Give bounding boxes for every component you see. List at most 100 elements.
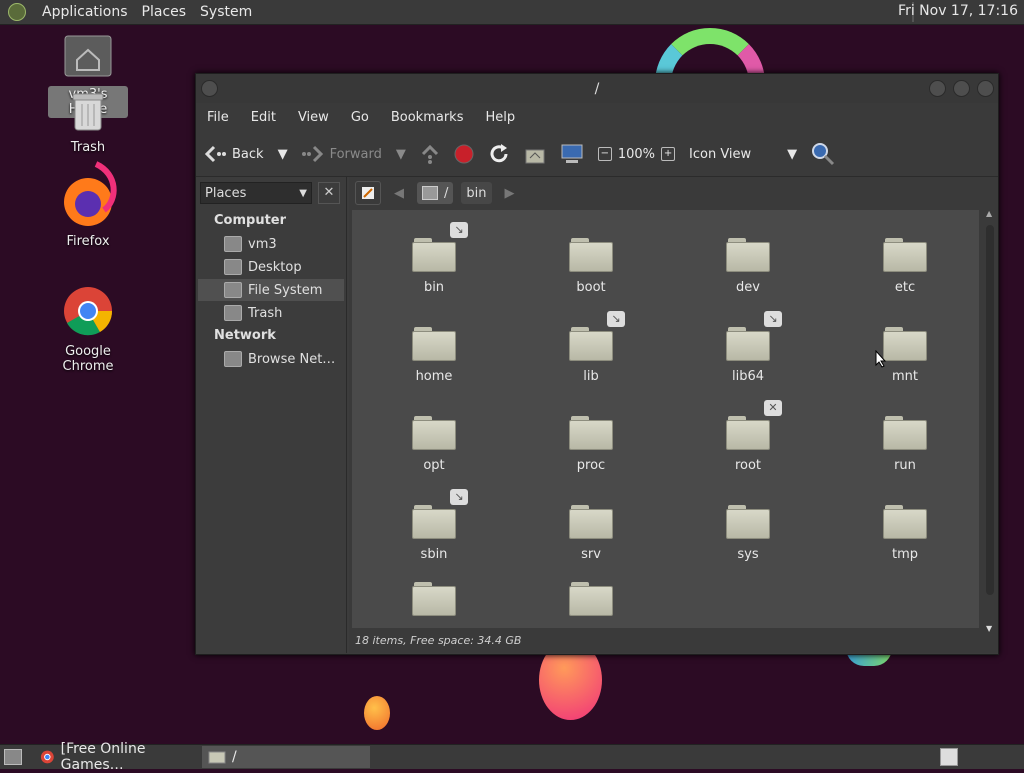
desktop-icon-firefox[interactable]: Firefox bbox=[38, 160, 138, 249]
menu-bookmarks[interactable]: Bookmarks bbox=[380, 110, 475, 125]
file-item[interactable]: boot bbox=[536, 238, 646, 295]
forward-arrow-icon bbox=[301, 145, 323, 163]
folder-icon bbox=[412, 582, 456, 616]
file-name: sbin bbox=[420, 547, 448, 562]
stop-button[interactable] bbox=[454, 144, 474, 164]
file-item[interactable]: ↘ lib bbox=[536, 311, 646, 384]
close-button[interactable] bbox=[977, 80, 994, 97]
taskbar-item-file-manager[interactable]: / bbox=[202, 746, 370, 768]
window-title: / bbox=[594, 80, 600, 97]
minimize-button[interactable] bbox=[929, 80, 946, 97]
up-arrow-icon bbox=[421, 144, 438, 164]
scroll-up-icon[interactable]: ▲ bbox=[986, 209, 992, 218]
folder-icon: ↘ bbox=[569, 311, 625, 361]
title-bar[interactable]: / bbox=[196, 74, 998, 103]
forward-button[interactable]: Forward ▼ bbox=[301, 145, 406, 163]
sidebar-item-browse-network[interactable]: Browse Net… bbox=[198, 348, 344, 370]
file-item[interactable]: ↘ lib64 bbox=[693, 311, 803, 384]
menu-file[interactable]: File bbox=[196, 110, 240, 125]
maximize-button[interactable] bbox=[953, 80, 970, 97]
menu-edit[interactable]: Edit bbox=[240, 110, 287, 125]
window-menu-button[interactable] bbox=[201, 80, 218, 97]
file-name: boot bbox=[576, 280, 606, 295]
file-name: lib64 bbox=[731, 369, 765, 384]
distro-logo-icon[interactable] bbox=[8, 3, 26, 21]
folder-icon bbox=[883, 416, 927, 450]
zoom-out-icon[interactable]: − bbox=[597, 147, 612, 161]
scrollbar-thumb[interactable] bbox=[986, 225, 994, 595]
forward-dropdown-icon[interactable]: ▼ bbox=[396, 147, 406, 162]
sidebar-item-desktop[interactable]: Desktop bbox=[198, 256, 344, 278]
taskbar-item-chrome[interactable]: [Free Online Games… bbox=[34, 741, 200, 773]
file-item[interactable]: home bbox=[379, 327, 489, 384]
sidebar-item-vm3[interactable]: vm3 bbox=[198, 233, 344, 255]
workspace-switcher[interactable] bbox=[940, 748, 958, 766]
close-sidebar-button[interactable]: ✕ bbox=[318, 182, 340, 204]
zoom-in-icon[interactable]: + bbox=[661, 147, 676, 161]
file-icon-view[interactable]: ↘ bin boot dev etc home ↘ lib ↘ lib64 mnt opt proc ✕ r… bbox=[352, 210, 979, 628]
desktop-icon-label: Firefox bbox=[66, 234, 110, 249]
back-dropdown-icon[interactable]: ▼ bbox=[278, 147, 288, 162]
file-item[interactable]: etc bbox=[850, 238, 960, 295]
view-mode-dropdown-icon: ▼ bbox=[787, 146, 798, 162]
file-item[interactable] bbox=[379, 582, 489, 624]
search-button[interactable] bbox=[811, 142, 835, 166]
network-icon bbox=[224, 351, 242, 367]
view-mode-select[interactable]: Icon View ▼ bbox=[689, 147, 797, 162]
content-pane: ◀ / bin ▶ ↘ bin boot dev etc home ↘ lib ↘ lib64 mn… bbox=[349, 177, 998, 653]
file-item[interactable]: dev bbox=[693, 238, 803, 295]
computer-button[interactable] bbox=[560, 143, 584, 165]
file-item[interactable]: ✕ root bbox=[693, 400, 803, 473]
file-item[interactable]: sys bbox=[693, 505, 803, 562]
path-segment-bin[interactable]: bin bbox=[461, 182, 492, 204]
home-button[interactable] bbox=[524, 144, 546, 164]
clock[interactable]: Fri Nov 17, 17:16 bbox=[898, 3, 1018, 19]
edit-location-button[interactable] bbox=[355, 181, 381, 205]
desktop-icon-label: Trash bbox=[70, 140, 106, 155]
file-item[interactable]: ↘ bin bbox=[379, 222, 489, 295]
symlink-emblem-icon: ↘ bbox=[607, 311, 625, 327]
file-item[interactable]: srv bbox=[536, 505, 646, 562]
menu-help[interactable]: Help bbox=[474, 110, 526, 125]
symlink-emblem-icon: ↘ bbox=[450, 489, 468, 505]
file-name: tmp bbox=[891, 547, 918, 562]
sidebar-item-file-system[interactable]: File System bbox=[198, 279, 344, 301]
file-item[interactable]: run bbox=[850, 416, 960, 473]
zoom-control[interactable]: − 100% + bbox=[597, 147, 676, 162]
file-item[interactable]: opt bbox=[379, 416, 489, 473]
sidebar-item-trash[interactable]: Trash bbox=[198, 302, 344, 324]
folder-icon bbox=[726, 505, 770, 539]
desktop-icon-chrome[interactable]: Google Chrome bbox=[38, 286, 138, 374]
file-item[interactable]: mnt bbox=[850, 327, 960, 384]
file-item[interactable]: proc bbox=[536, 416, 646, 473]
back-button[interactable]: Back ▼ bbox=[204, 145, 288, 163]
path-bar: ◀ / bin ▶ bbox=[349, 177, 998, 209]
folder-icon bbox=[412, 416, 456, 450]
file-name: lib bbox=[583, 369, 599, 384]
home-icon bbox=[224, 236, 242, 252]
path-scroll-left-icon[interactable]: ◀ bbox=[389, 182, 409, 204]
file-name: root bbox=[734, 458, 762, 473]
edit-icon bbox=[362, 187, 374, 199]
menu-places[interactable]: Places bbox=[142, 4, 187, 20]
sidebar-selector[interactable]: Places ▼ bbox=[200, 182, 312, 204]
trash-icon bbox=[72, 93, 104, 131]
file-item[interactable] bbox=[536, 582, 646, 624]
path-segment-root[interactable]: / bbox=[417, 182, 454, 204]
up-button[interactable] bbox=[420, 144, 440, 164]
menu-applications[interactable]: Applications bbox=[42, 4, 128, 20]
file-item[interactable]: tmp bbox=[850, 505, 960, 562]
vertical-scrollbar[interactable]: ▲ ▼ bbox=[984, 209, 996, 633]
taskbar-item-label: [Free Online Games… bbox=[60, 741, 146, 773]
show-desktop-icon[interactable] bbox=[4, 749, 22, 765]
menu-go[interactable]: Go bbox=[340, 110, 380, 125]
desktop-icon-trash[interactable]: Trash bbox=[38, 90, 138, 155]
file-item[interactable]: ↘ sbin bbox=[379, 489, 489, 562]
path-scroll-right-icon[interactable]: ▶ bbox=[500, 182, 520, 204]
file-name: sys bbox=[737, 547, 759, 562]
scroll-down-icon[interactable]: ▼ bbox=[986, 624, 992, 633]
menu-system[interactable]: System bbox=[200, 4, 252, 20]
reload-button[interactable] bbox=[488, 143, 510, 165]
sidebar-item-label: Desktop bbox=[248, 259, 302, 275]
menu-view[interactable]: View bbox=[287, 110, 340, 125]
